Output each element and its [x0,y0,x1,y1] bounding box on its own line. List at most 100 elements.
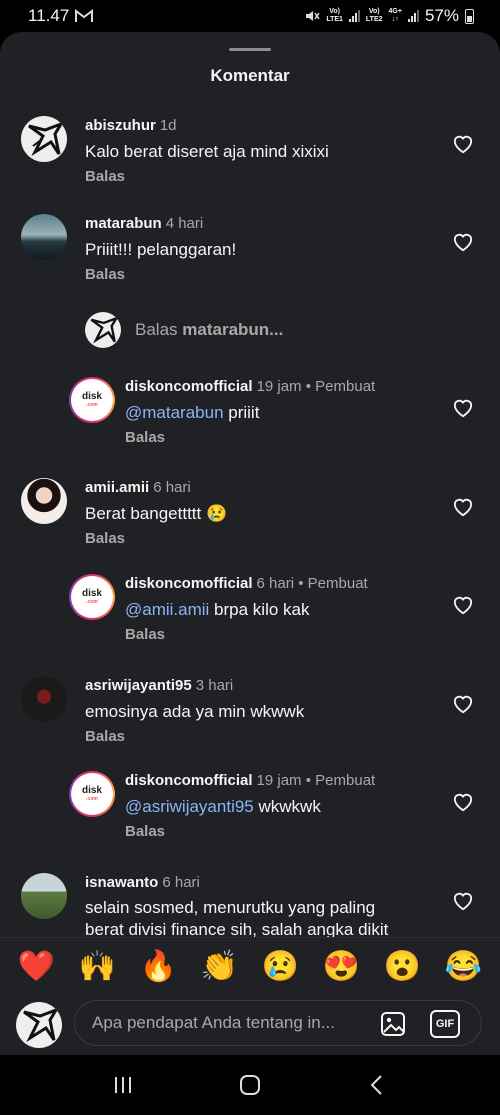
reply-item: disk .com diskoncomofficial 19 jam • Pembu… [69,377,375,446]
reply-text: @asriwijayanti95 wkwkwk [125,797,321,816]
avatar[interactable] [21,873,67,919]
comment-time: 1d [159,117,177,134]
avatar[interactable]: disk .com [69,771,115,817]
emoji-quick-bar: ❤️ 🙌 🔥 👏 😢 😍 😮 😂 [0,937,500,995]
home-button[interactable] [230,1070,270,1100]
emoji-heart[interactable]: ❤️ [15,951,59,982]
comment-item: abiszuhur 1d Kalo berat diseret aja mind … [21,116,329,185]
comment-item: matarabun 4 hari Priiit!!! pelanggaran! B… [21,214,236,283]
sim2-label: Vo) LTE2 [365,8,383,23]
reply-username[interactable]: diskoncomofficial [125,575,253,592]
comment-text: Kalo berat diseret aja mind xixixi [85,142,329,161]
battery-percent: 57% [424,6,459,25]
like-heart-icon[interactable] [452,792,474,812]
like-heart-icon[interactable] [452,398,474,418]
comment-item: amii.amii 6 hari Berat bangettttt 😢 Balas [21,478,227,547]
comments-sheet: Komentar abiszuhur 1d Kalo berat diseret … [0,32,500,1055]
comment-text: Berat bangettttt 😢 [85,504,228,523]
network-type: 4G+ ↓↑ [388,8,402,23]
home-icon [239,1075,260,1095]
emoji-crying[interactable]: 😢 [259,951,303,982]
emoji-clap[interactable]: 👏 [198,951,242,982]
comment-text: emosinya ada ya min wkwwk [85,702,305,721]
comment-input-container: GIF [74,1000,482,1046]
comment-item: isnawanto 6 hari selain sosmed, menurutku… [21,873,388,941]
reply-time: 6 hari [256,575,295,592]
reply-text: @matarabun priiit [125,403,260,422]
creator-badge: Pembuat [315,378,376,395]
recent-apps-button[interactable] [103,1070,143,1100]
comment-time: 6 hari [153,479,191,496]
mention-link[interactable]: @amii.amii [125,600,209,619]
drag-handle[interactable] [229,48,271,51]
reply-button[interactable]: Balas [85,728,304,745]
reply-button[interactable]: Balas [85,168,329,185]
creator-badge: Pembuat [307,575,368,592]
reply-time: 19 jam [256,772,302,789]
comment-username[interactable]: matarabun [85,215,162,232]
signal-bars-icon [348,10,360,22]
reply-time: 19 jam [256,378,302,395]
signal-bars-icon [407,10,419,22]
emoji-raised-hands[interactable]: 🙌 [76,951,120,982]
emoji-heart-eyes[interactable]: 😍 [320,951,364,982]
reply-prompt-prefix: Balas [135,320,178,339]
like-heart-icon[interactable] [452,134,474,154]
system-nav-bar [0,1055,500,1115]
emoji-surprised[interactable]: 😮 [381,951,425,982]
reply-button[interactable]: Balas [85,266,236,283]
avatar[interactable] [21,116,67,162]
creator-badge: Pembuat [315,772,376,789]
avatar[interactable]: disk .com [69,574,115,620]
sheet-title: Komentar [210,66,290,85]
reply-item: disk .com diskoncomofficial 6 hari • Pembu… [69,574,368,643]
emoji-laughing[interactable]: 😂 [442,951,486,982]
like-heart-icon[interactable] [452,891,474,911]
comment-input[interactable] [92,1013,367,1033]
comment-username[interactable]: abiszuhur [85,117,156,134]
mention-link[interactable]: @matarabun [125,403,224,422]
reply-button[interactable]: Balas [85,530,227,547]
like-heart-icon[interactable] [452,497,474,517]
emoji-fire[interactable]: 🔥 [137,951,181,982]
gif-button[interactable]: GIF [430,1010,460,1038]
comment-text: Priiit!!! pelanggaran! [85,240,237,259]
avatar[interactable] [21,676,67,722]
like-heart-icon[interactable] [452,595,474,615]
comment-item: asriwijayanti95 3 hari emosinya ada ya mi… [21,676,304,745]
comment-username[interactable]: amii.amii [85,479,149,496]
reply-username[interactable]: diskoncomofficial [125,772,253,789]
battery-icon [465,8,474,24]
status-bar: 11.47 Vo) LTE1 Vo) LTE2 4G+ ↓↑ 57% [0,0,500,32]
comment-time: 3 hari [195,677,234,694]
avatar[interactable] [21,478,67,524]
gmail-m-icon [75,9,94,22]
back-button[interactable] [357,1070,397,1100]
reply-button[interactable]: Balas [125,626,368,643]
reply-username[interactable]: diskoncomofficial [125,378,253,395]
avatar [85,312,121,348]
reply-button[interactable]: Balas [125,823,375,840]
reply-button[interactable]: Balas [125,429,375,446]
sim1-label: Vo) LTE1 [326,8,343,23]
comment-text: selain sosmed, menurutku yang paling bera… [85,898,389,939]
mention-link[interactable]: @asriwijayanti95 [125,797,254,816]
back-chevron-icon [370,1075,382,1095]
comment-time: 6 hari [162,874,200,891]
reply-prompt-target: matarabun... [182,320,284,339]
avatar[interactable] [21,214,67,260]
image-icon[interactable] [379,1010,407,1038]
status-time: 11.47 [28,6,70,25]
like-heart-icon[interactable] [452,232,474,252]
reply-prompt[interactable]: Balas matarabun... [85,312,283,348]
recent-apps-icon [115,1077,132,1093]
comment-username[interactable]: isnawanto [85,874,158,891]
avatar[interactable]: disk .com [69,377,115,423]
reply-item: disk .com diskoncomofficial 19 jam • Pembu… [69,771,375,840]
comment-time: 4 hari [165,215,204,232]
mute-icon [306,11,320,21]
reply-text: @amii.amii brpa kilo kak [125,600,310,619]
own-avatar [16,1002,62,1048]
comment-username[interactable]: asriwijayanti95 [85,677,192,694]
like-heart-icon[interactable] [452,694,474,714]
